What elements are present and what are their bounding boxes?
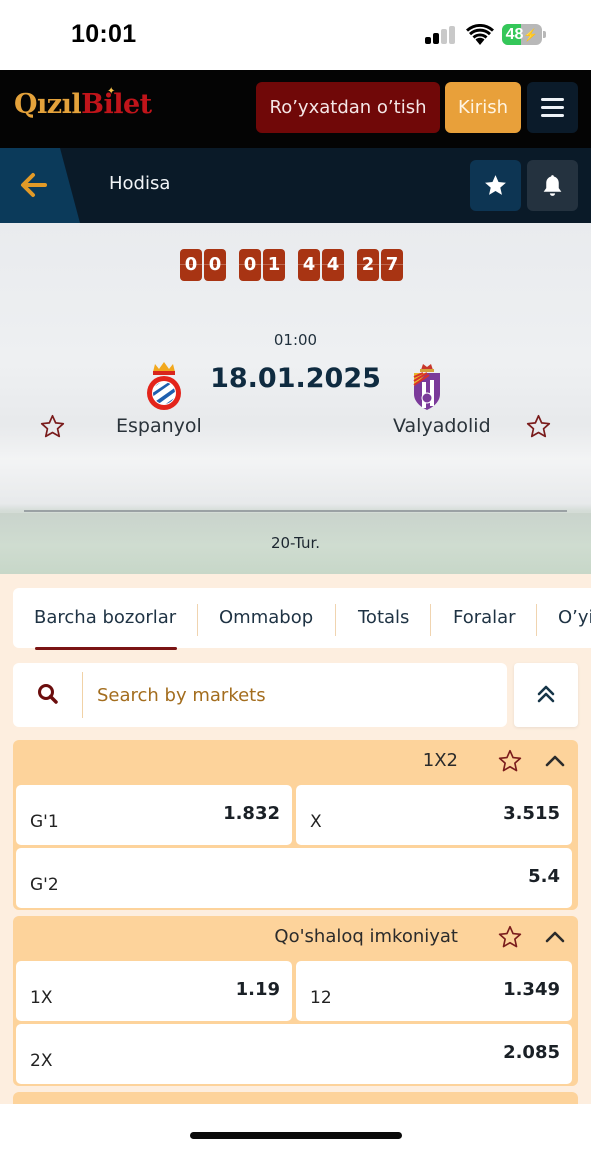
countdown-digit: 4 — [298, 249, 320, 281]
outcome-label: 12 — [310, 988, 332, 1008]
countdown-days: 00 — [180, 249, 226, 281]
logo-part-1: Qızıl — [14, 89, 82, 120]
market-header[interactable]: Qo'shaloq imkoniyat — [13, 916, 578, 960]
market-group-1x2: 1X2 G'1 1.832 X 3.515 G'2 5.4 — [13, 740, 578, 910]
odd-button[interactable]: 12 1.349 — [296, 961, 572, 1021]
countdown-minutes: 44 — [298, 249, 344, 281]
star-outline-icon[interactable] — [497, 924, 523, 950]
match-round: 20-Tur. — [270, 534, 321, 552]
markets-section: Barcha bozorlar Ommabop Totals Foralar O… — [0, 574, 591, 1104]
match-time: 01:00 — [273, 331, 318, 349]
market-tabs: Barcha bozorlar Ommabop Totals Foralar O… — [13, 588, 591, 648]
register-button[interactable]: Ro’yxatdan o’tish — [256, 82, 440, 133]
countdown-digit: 0 — [180, 249, 202, 281]
outcome-label: G'2 — [30, 875, 59, 895]
market-header[interactable]: 1X2 — [13, 740, 578, 784]
market-title: Qo'shaloq imkoniyat — [274, 926, 458, 947]
countdown-digit: 2 — [357, 249, 379, 281]
market-group-double-chance: Qo'shaloq imkoniyat 1X 1.19 12 1.349 2X … — [13, 916, 578, 1086]
bell-icon — [543, 175, 562, 196]
away-team-favorite-star-icon[interactable] — [525, 413, 552, 440]
market-group-next — [13, 1092, 578, 1104]
active-tab-indicator — [35, 647, 177, 650]
tab-popular[interactable]: Ommabop — [219, 588, 313, 648]
outcome-label: X — [310, 812, 322, 832]
outcome-label: 1X — [30, 988, 53, 1008]
chevron-up-icon[interactable] — [545, 753, 565, 769]
outcome-odds: 1.349 — [503, 979, 560, 1000]
logo[interactable]: QızılBilet — [14, 89, 152, 120]
favorite-button[interactable] — [470, 160, 521, 211]
charging-bolt-icon: ⚡ — [523, 28, 539, 42]
odd-button[interactable]: G'1 1.832 — [16, 785, 292, 845]
outcome-odds: 1.19 — [235, 979, 280, 1000]
home-indicator[interactable] — [190, 1132, 402, 1139]
outcome-odds: 3.515 — [503, 803, 560, 824]
odd-button[interactable]: G'2 5.4 — [16, 848, 572, 908]
logo-sparkle-icon: ✦ — [107, 86, 116, 97]
page-title: Hodisa — [109, 173, 171, 194]
outcome-label: G'1 — [30, 812, 59, 832]
tab-all-markets[interactable]: Barcha bozorlar — [34, 588, 176, 648]
outcome-odds: 5.4 — [528, 866, 560, 887]
countdown-seconds: 27 — [357, 249, 403, 281]
battery-percent: 48 — [505, 26, 524, 43]
away-team-name: Valyadolid — [393, 415, 491, 437]
status-bar: 10:01 48⚡ — [0, 0, 591, 70]
odd-button[interactable]: 1X 1.19 — [16, 961, 292, 1021]
valladolid-crest-icon — [413, 364, 440, 410]
countdown-digit: 1 — [263, 249, 285, 281]
search-icon — [38, 684, 58, 704]
home-team-favorite-star-icon[interactable] — [39, 413, 66, 440]
outcome-odds: 2.085 — [503, 1042, 560, 1063]
tab-handicaps[interactable]: Foralar — [453, 588, 516, 648]
match-banner: 00014427 01:00 18.01.2025 Espanyol Valya… — [0, 223, 591, 574]
login-button[interactable]: Kirish — [445, 82, 521, 133]
espanyol-crest-icon — [147, 362, 181, 410]
notifications-button[interactable] — [527, 160, 578, 211]
market-title: 1X2 — [422, 750, 458, 771]
countdown-digit: 0 — [204, 249, 226, 281]
countdown-hours: 01 — [239, 249, 285, 281]
chevron-up-icon[interactable] — [545, 929, 565, 945]
market-search — [13, 663, 507, 727]
home-indicator-area — [0, 1104, 591, 1150]
star-outline-icon[interactable] — [497, 748, 523, 774]
site-header: QızılBilet ✦ Ro’yxatdan o’tish Kirish — [0, 70, 591, 148]
wifi-icon — [466, 24, 494, 45]
countdown-digit: 4 — [322, 249, 344, 281]
page-header: Hodisa — [0, 148, 591, 223]
hamburger-icon — [541, 98, 564, 101]
odd-button[interactable]: X 3.515 — [296, 785, 572, 845]
battery-indicator: 48⚡ — [502, 24, 546, 46]
outcome-odds: 1.832 — [223, 803, 280, 824]
tab-game[interactable]: O’yin — [558, 588, 591, 648]
countdown-timer: 00014427 — [180, 249, 403, 281]
cellular-signal-icon — [425, 26, 457, 44]
home-team-name: Espanyol — [116, 415, 202, 437]
collapse-all-button[interactable] — [514, 663, 578, 727]
odd-button[interactable]: 2X 2.085 — [16, 1024, 572, 1084]
arrow-left-icon — [21, 173, 47, 197]
countdown-digit: 0 — [239, 249, 261, 281]
status-time: 10:01 — [71, 20, 137, 48]
star-icon — [485, 175, 506, 195]
banner-divider — [24, 510, 567, 512]
logo-part-2: Bilet — [81, 89, 152, 120]
menu-button[interactable] — [527, 82, 578, 133]
outcome-label: 2X — [30, 1051, 53, 1071]
countdown-digit: 7 — [381, 249, 403, 281]
search-input[interactable] — [97, 663, 497, 727]
tab-totals[interactable]: Totals — [358, 588, 409, 648]
match-date: 18.01.2025 — [210, 363, 381, 394]
double-chevron-up-icon — [537, 685, 555, 703]
back-button[interactable] — [0, 148, 80, 223]
